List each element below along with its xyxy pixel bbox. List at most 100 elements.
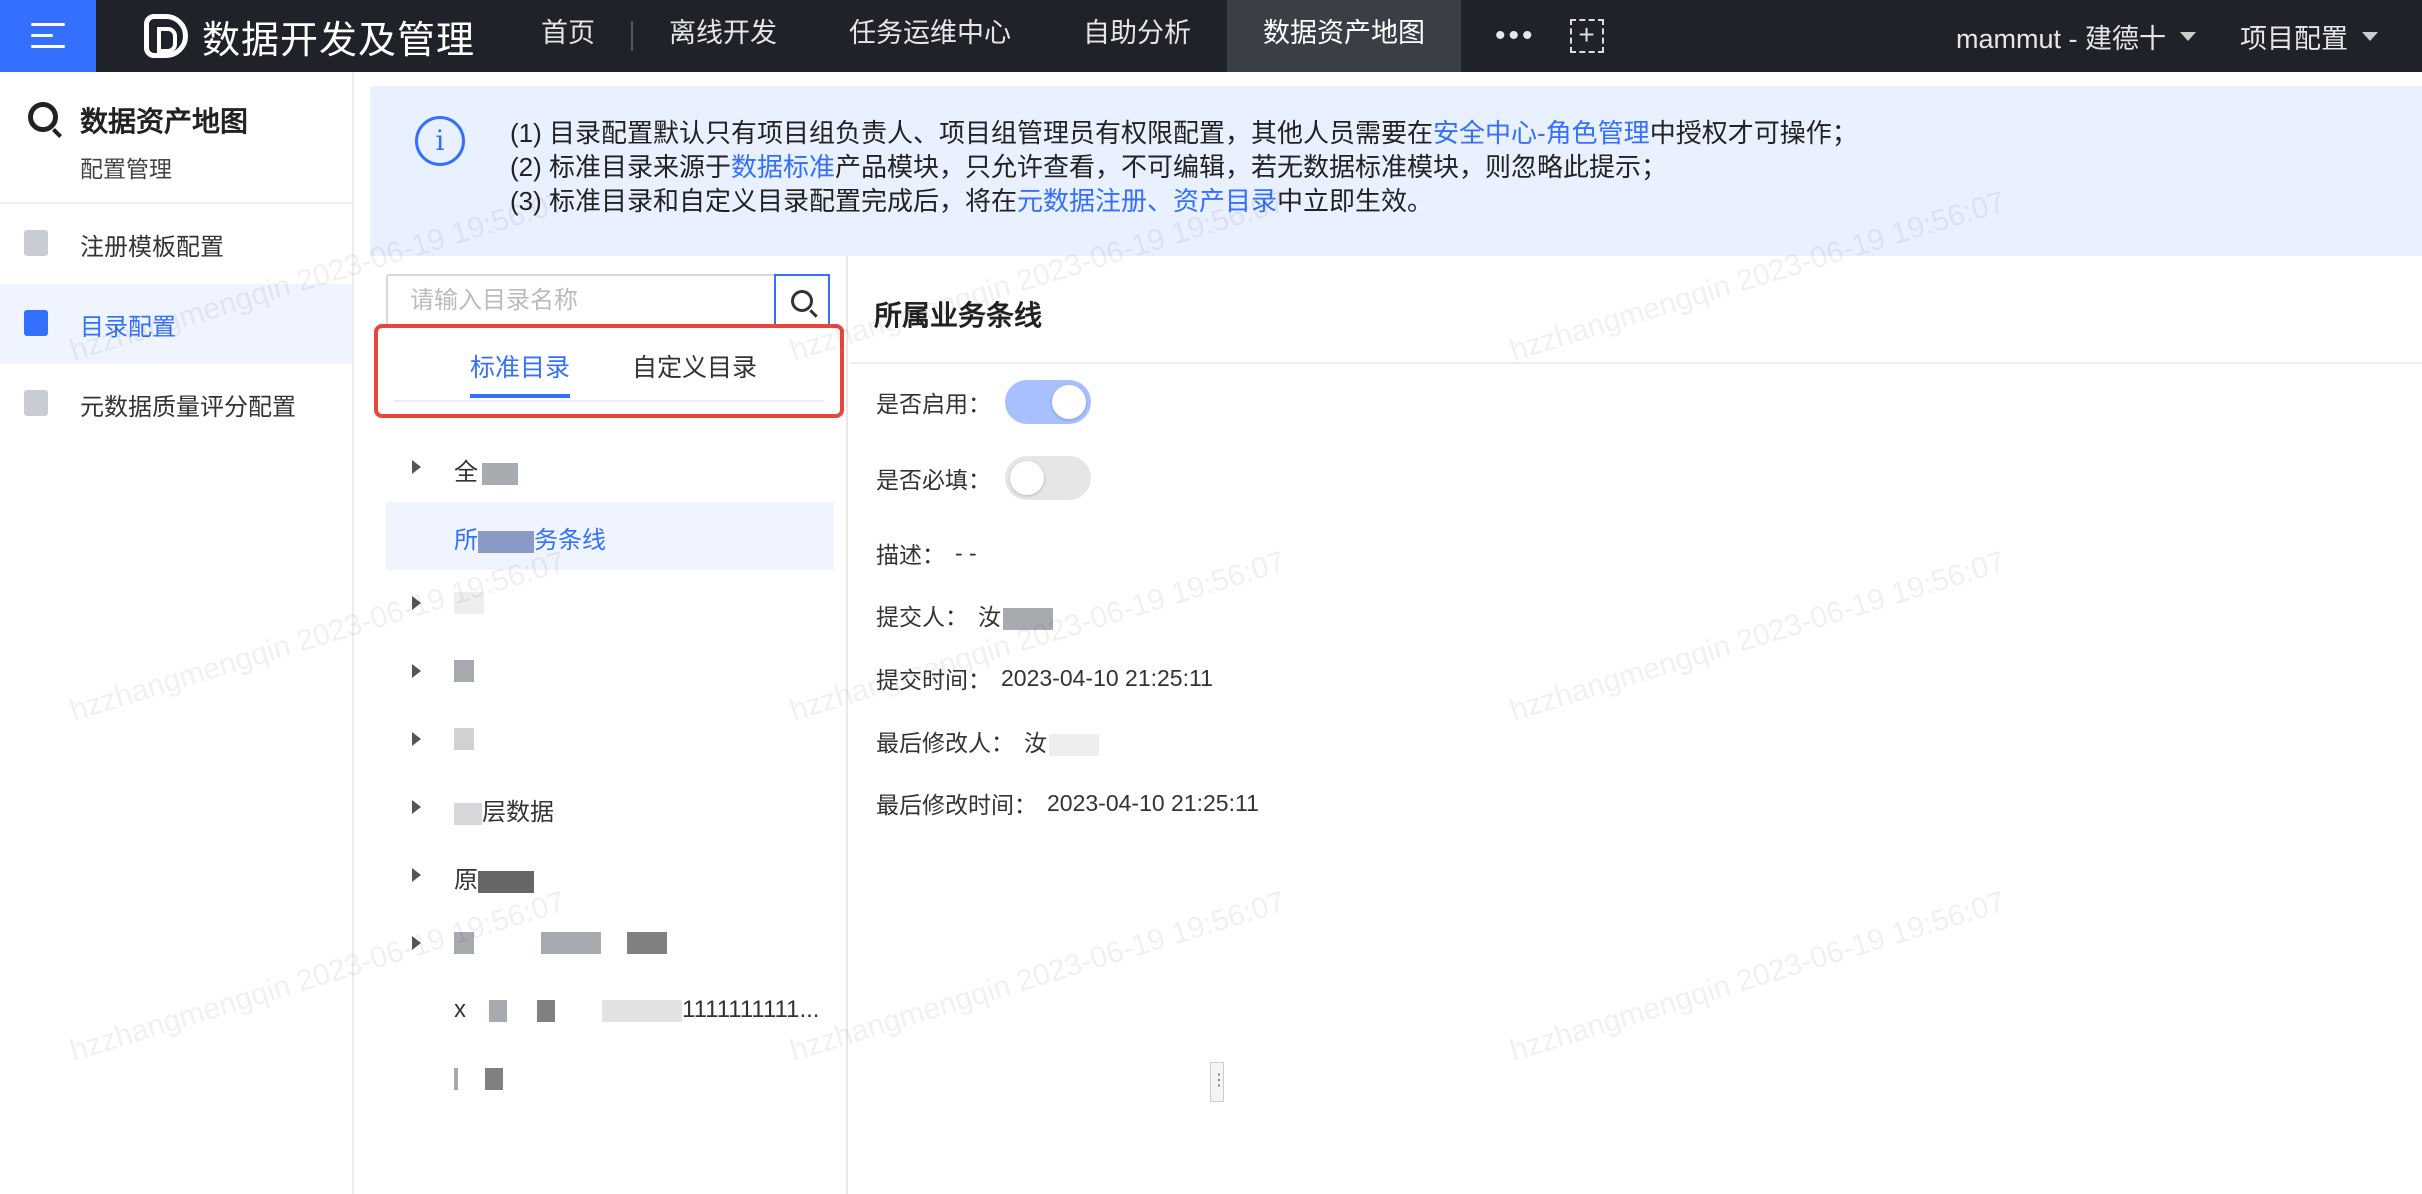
tree-node[interactable]	[386, 1046, 834, 1114]
notice-line-1: (1) 目录配置默认只有项目组负责人、项目组管理员有权限配置，其他人员需要在安全…	[510, 116, 1858, 150]
caret-right-icon[interactable]	[412, 664, 421, 678]
user-name: mammut - 建德十	[1955, 23, 2166, 54]
data-standard-link[interactable]: 数据标准	[731, 152, 835, 182]
notice-text-part: 中立即生效。	[1277, 186, 1434, 216]
search-icon	[791, 290, 813, 312]
tab-standard-catalog[interactable]: 标准目录	[470, 348, 571, 398]
enabled-label: 是否启用：	[876, 391, 991, 417]
nav-data-asset-map[interactable]: 数据资产地图	[1227, 0, 1462, 72]
notice-text-part: 产品模块，只允许查看，不可编辑，若无数据标准模块，则忽略此提示；	[835, 152, 1668, 182]
tab-active-indicator	[470, 394, 571, 398]
notice-text-part: (2) 标准目录来源于	[510, 152, 732, 182]
edit-icon	[24, 390, 48, 416]
caret-right-icon[interactable]	[412, 868, 421, 882]
edit-icon	[24, 310, 48, 336]
catalog-search: 请输入目录名称	[386, 274, 830, 328]
chevron-down-icon	[2180, 31, 2196, 41]
tree-node[interactable]	[386, 638, 834, 706]
asset-map-icon	[28, 102, 58, 132]
notice-text-part: (1) 目录配置默认只有项目组负责人、项目组管理员有权限配置，其他人员需要在	[510, 118, 1434, 148]
modify-time-label: 最后修改时间：	[876, 792, 1037, 818]
sidebar-item-metadata-quality[interactable]: 元数据质量评分配置	[0, 364, 352, 444]
detail-title: 所属业务条线	[874, 300, 1043, 331]
metadata-register-link[interactable]: 元数据注册、	[1017, 186, 1173, 216]
notice-text-part: 中授权才可操作；	[1649, 118, 1858, 148]
tree-node[interactable]	[386, 570, 834, 638]
tab-label: 标准目录	[470, 354, 571, 382]
catalog-tabs: 标准目录 自定义目录	[374, 324, 844, 418]
nav-task-ops[interactable]: 任务运维中心	[813, 0, 1047, 72]
edit-icon	[24, 230, 48, 256]
search-button[interactable]	[774, 274, 830, 328]
menu-toggle-button[interactable]	[0, 0, 96, 72]
tree-node[interactable]: x 1111111111...	[386, 978, 834, 1046]
tree-node-label	[454, 724, 474, 752]
tree-node-label: 所务条线	[454, 527, 606, 554]
sidebar-item-label: 注册模板配置	[80, 233, 224, 261]
more-icon[interactable]: •••	[1461, 19, 1570, 53]
app-logo[interactable]: 数据开发及管理	[144, 9, 475, 64]
description-value: - -	[955, 539, 977, 566]
security-center-link[interactable]: 安全中心-角色管理	[1433, 118, 1650, 148]
tree-node[interactable]: 全	[386, 434, 834, 502]
description-row: 描述： - -	[876, 536, 977, 570]
tree-node[interactable]: 原	[386, 842, 834, 910]
tree-node-label: 全	[454, 452, 518, 487]
tab-custom-catalog[interactable]: 自定义目录	[632, 348, 757, 384]
sidebar-item-register-template[interactable]: 注册模板配置	[0, 204, 352, 284]
caret-right-icon[interactable]	[412, 936, 421, 950]
nav-offline-dev[interactable]: 离线开发	[633, 0, 813, 72]
tree-node-label: 原	[454, 860, 534, 895]
project-config-dropdown[interactable]: 项目配置	[2240, 17, 2378, 56]
catalog-tree: 全 所务条线 层数据 原 x 1111111111...	[386, 434, 834, 1114]
divider	[850, 362, 2422, 364]
submit-time-row: 提交时间： 2023-04-10 21:25:11	[876, 661, 1213, 695]
add-tab-icon[interactable]: +	[1569, 19, 1604, 53]
tree-node-selected[interactable]: 所务条线	[386, 502, 834, 570]
sidebar-item-catalog-config[interactable]: 目录配置	[0, 284, 352, 364]
tree-node[interactable]	[386, 910, 834, 978]
tree-node[interactable]	[386, 706, 834, 774]
description-label: 描述：	[876, 542, 945, 568]
submitter-row: 提交人： 汝	[876, 598, 1053, 632]
caret-right-icon[interactable]	[412, 596, 421, 610]
tab-label: 自定义目录	[632, 354, 758, 382]
sidebar-subtitle: 配置管理	[80, 156, 172, 182]
catalog-detail-panel: 所属业务条线 是否启用： 是否必填： 描述： - - 提交人： 汝 提交时间： …	[850, 256, 2422, 1194]
tree-node-label	[454, 588, 484, 616]
notice-line-3: (3) 标准目录和自定义目录配置完成后，将在元数据注册、资产目录中立即生效。	[510, 184, 1858, 218]
menu-icon	[31, 23, 65, 49]
enabled-toggle[interactable]	[1005, 380, 1091, 424]
top-navigation-bar: 数据开发及管理 首页 离线开发 任务运维中心 自助分析 数据资产地图 ••• +…	[0, 0, 2422, 72]
toggle-knob	[1010, 461, 1044, 495]
caret-right-icon[interactable]	[412, 800, 421, 814]
tree-node-label: x 1111111111...	[454, 996, 820, 1023]
modifier-label: 最后修改人：	[876, 730, 1014, 756]
tab-divider	[394, 400, 824, 402]
enabled-row: 是否启用：	[876, 380, 1091, 424]
caret-right-icon[interactable]	[412, 732, 421, 746]
main-nav: 首页 离线开发 任务运维中心 自助分析 数据资产地图 ••• +	[505, 0, 1604, 72]
tree-node-label: 层数据	[454, 792, 554, 827]
modify-time-value: 2023-04-10 21:25:11	[1047, 789, 1259, 816]
tree-node[interactable]: 层数据	[386, 774, 834, 842]
user-dropdown[interactable]: mammut - 建德十	[1956, 17, 2196, 56]
modify-time-row: 最后修改时间： 2023-04-10 21:25:11	[876, 786, 1259, 820]
sidebar-header: 数据资产地图 配置管理	[0, 72, 352, 204]
nav-self-analysis[interactable]: 自助分析	[1047, 0, 1227, 72]
asset-catalog-link[interactable]: 资产目录	[1173, 186, 1277, 216]
sidebar-title: 数据资产地图	[80, 106, 249, 137]
project-config-label: 项目配置	[2240, 23, 2348, 54]
notice-text: (1) 目录配置默认只有项目组负责人、项目组管理员有权限配置，其他人员需要在安全…	[510, 116, 1858, 218]
tree-node-label	[454, 656, 474, 684]
search-input[interactable]: 请输入目录名称	[388, 276, 774, 326]
modifier-row: 最后修改人： 汝	[876, 724, 1099, 758]
submitter-value: 汝	[978, 598, 1053, 632]
required-toggle[interactable]	[1005, 456, 1091, 500]
caret-right-icon[interactable]	[412, 460, 421, 474]
nav-home[interactable]: 首页	[505, 0, 631, 72]
sidebar-item-label: 目录配置	[80, 313, 176, 341]
logo-icon	[144, 14, 188, 58]
required-row: 是否必填：	[876, 456, 1091, 500]
submit-time-value: 2023-04-10 21:25:11	[1001, 664, 1213, 691]
